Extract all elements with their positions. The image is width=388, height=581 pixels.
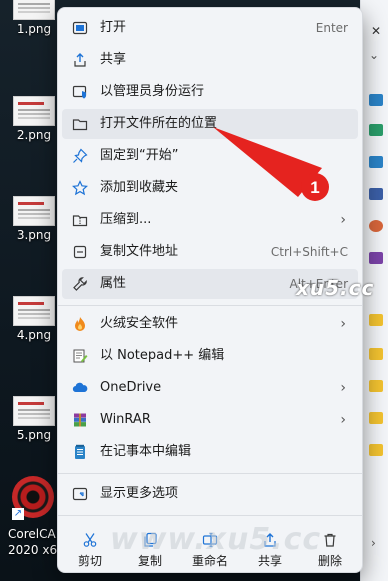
app-icon bbox=[369, 124, 383, 136]
pin-icon bbox=[73, 148, 88, 163]
folder-icon bbox=[369, 348, 383, 360]
menu-item-label: 火绒安全软件 bbox=[100, 316, 179, 331]
desktop-file-label: 3.png bbox=[16, 228, 52, 242]
desktop-file-icon[interactable]: 1.png bbox=[12, 0, 56, 36]
desktop-file-icon[interactable]: 2.png bbox=[12, 96, 56, 142]
menu-item-label: 固定到“开始” bbox=[100, 148, 179, 163]
close-icon[interactable]: ✕ bbox=[371, 24, 381, 38]
desktop-file-label: 1.png bbox=[16, 22, 52, 36]
menu-separator bbox=[58, 305, 362, 306]
desktop-file-label: 4.png bbox=[16, 328, 52, 342]
huorong-icon bbox=[75, 317, 85, 331]
menu-item-shortcut: Ctrl+Shift+C bbox=[270, 245, 348, 259]
menu-item-label: 显示更多选项 bbox=[100, 486, 179, 501]
watermark-large: www.xu5.cc bbox=[110, 522, 322, 557]
image-thumbnail-icon bbox=[13, 0, 55, 20]
folder-icon bbox=[369, 412, 383, 424]
menu-item-shortcut: Enter bbox=[315, 21, 348, 35]
menu-item-label: 在记事本中编辑 bbox=[100, 444, 192, 459]
menu-item-notepadpp[interactable]: 以 Notepad++ 编辑 bbox=[62, 341, 358, 371]
image-thumbnail-icon bbox=[13, 396, 55, 426]
image-thumbnail-icon bbox=[13, 296, 55, 326]
menu-item-share[interactable]: 共享 bbox=[62, 45, 358, 75]
shortcut-arrow-icon: ↗ bbox=[12, 508, 24, 520]
menu-separator bbox=[58, 515, 362, 516]
menu-item-run-as-admin[interactable]: 以管理员身份运行 bbox=[62, 77, 358, 107]
menu-item-label: OneDrive bbox=[100, 380, 162, 395]
menu-item-label: 打开文件所在的位置 bbox=[100, 116, 218, 131]
menu-item-label: 以 Notepad++ 编辑 bbox=[100, 348, 225, 363]
desktop-file-icon[interactable]: 3.png bbox=[12, 196, 56, 242]
menu-item-huorong[interactable]: 火绒安全软件 › bbox=[62, 309, 358, 339]
share-icon bbox=[74, 53, 86, 67]
chevron-right-icon: › bbox=[340, 212, 346, 228]
image-thumbnail-icon bbox=[13, 96, 55, 126]
menu-item-onedrive[interactable]: OneDrive › bbox=[62, 373, 358, 403]
menu-item-copy-file-path[interactable]: 复制文件地址 Ctrl+Shift+C bbox=[62, 237, 358, 267]
menu-item-open-file-location[interactable]: 打开文件所在的位置 bbox=[62, 109, 358, 139]
zip-icon bbox=[72, 215, 88, 227]
app-icon bbox=[369, 252, 383, 264]
desktop-file-label: 2.png bbox=[16, 128, 52, 142]
menu-item-edit-in-notepad[interactable]: 在记事本中编辑 bbox=[62, 437, 358, 467]
app-icon bbox=[369, 156, 383, 168]
chevron-right-icon[interactable]: › bbox=[371, 536, 376, 550]
menu-item-label: WinRAR bbox=[100, 412, 151, 427]
menu-item-open[interactable]: 打开 Enter bbox=[62, 13, 358, 43]
winrar-icon bbox=[74, 413, 86, 427]
watermark-small: xu5.cc bbox=[296, 276, 375, 300]
desktop-file-icon[interactable]: 5.png bbox=[12, 396, 56, 442]
desktop-file-icon[interactable]: 4.png bbox=[12, 296, 56, 342]
chevron-right-icon: › bbox=[340, 380, 346, 396]
menu-item-label: 共享 bbox=[100, 52, 127, 67]
cloud-icon bbox=[72, 382, 88, 393]
trash-icon bbox=[324, 533, 336, 547]
more-options-icon bbox=[72, 487, 88, 501]
menu-item-label: 压缩到... bbox=[100, 212, 152, 227]
folder-icon bbox=[72, 119, 88, 131]
menu-item-show-more-options[interactable]: 显示更多选项 bbox=[62, 479, 358, 509]
folder-icon bbox=[369, 444, 383, 456]
menu-item-pin-to-start[interactable]: 固定到“开始” bbox=[62, 141, 358, 171]
wrench-icon bbox=[73, 277, 87, 291]
notepad-icon bbox=[75, 444, 85, 459]
open-app-icon bbox=[72, 21, 88, 35]
folder-icon bbox=[369, 380, 383, 392]
app-icon bbox=[369, 188, 383, 200]
menu-item-add-to-favorites[interactable]: 添加到收藏夹 bbox=[62, 173, 358, 203]
menu-item-label: 打开 bbox=[100, 20, 127, 35]
desktop-app-label: CorelCA 2020 x6 bbox=[8, 527, 58, 557]
image-thumbnail-icon bbox=[13, 196, 55, 226]
menu-separator bbox=[58, 473, 362, 474]
chevron-down-icon[interactable]: ⌄ bbox=[369, 48, 379, 62]
scissors-icon bbox=[83, 533, 97, 547]
desktop-file-label: 5.png bbox=[16, 428, 52, 442]
chevron-right-icon: › bbox=[340, 316, 346, 332]
menu-item-label: 属性 bbox=[100, 276, 127, 291]
menu-item-label: 添加到收藏夹 bbox=[100, 180, 179, 195]
app-icon bbox=[369, 94, 383, 106]
menu-item-compress-to[interactable]: 压缩到... › bbox=[62, 205, 358, 235]
chevron-right-icon: › bbox=[340, 412, 346, 428]
folder-icon bbox=[369, 314, 383, 326]
menu-item-label: 复制文件地址 bbox=[100, 244, 179, 259]
menu-item-label: 以管理员身份运行 bbox=[100, 84, 205, 99]
menu-item-winrar[interactable]: WinRAR › bbox=[62, 405, 358, 435]
notepadpp-icon bbox=[73, 349, 88, 363]
star-icon bbox=[72, 180, 88, 196]
app-icon bbox=[369, 220, 383, 232]
shield-icon bbox=[72, 85, 87, 99]
copy-path-icon bbox=[73, 245, 87, 259]
